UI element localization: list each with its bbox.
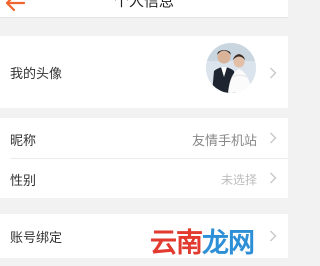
chevron-right-icon	[270, 172, 277, 184]
nickname-label: 昵称	[10, 134, 37, 149]
personal-info-screen: 个人信息 我的头像 昵称 友情手机站 性别 未选择 账号绑定 云南龙网	[0, 0, 288, 266]
chevron-right-icon	[270, 67, 277, 79]
nickname-value: 友情手机站	[191, 134, 257, 149]
chevron-right-icon	[270, 230, 277, 242]
gender-label: 性别	[10, 174, 37, 189]
nickname-row[interactable]: 昵称 友情手机站	[0, 118, 288, 158]
basic-info-section: 昵称 友情手机站 性别 未选择	[0, 118, 288, 198]
gender-row[interactable]: 性别 未选择	[0, 159, 288, 198]
account-binding-label: 账号绑定	[10, 231, 63, 246]
gender-value: 未选择	[220, 173, 257, 187]
avatar-label: 我的头像	[10, 67, 63, 82]
account-section: 账号绑定	[0, 214, 288, 258]
navigation-bar: 个人信息	[0, 0, 288, 18]
account-binding-row[interactable]: 账号绑定	[0, 214, 288, 258]
chevron-right-icon	[270, 132, 277, 144]
page-title: 个人信息	[113, 0, 174, 10]
avatar[interactable]	[206, 43, 256, 93]
avatar-photo	[206, 43, 256, 93]
